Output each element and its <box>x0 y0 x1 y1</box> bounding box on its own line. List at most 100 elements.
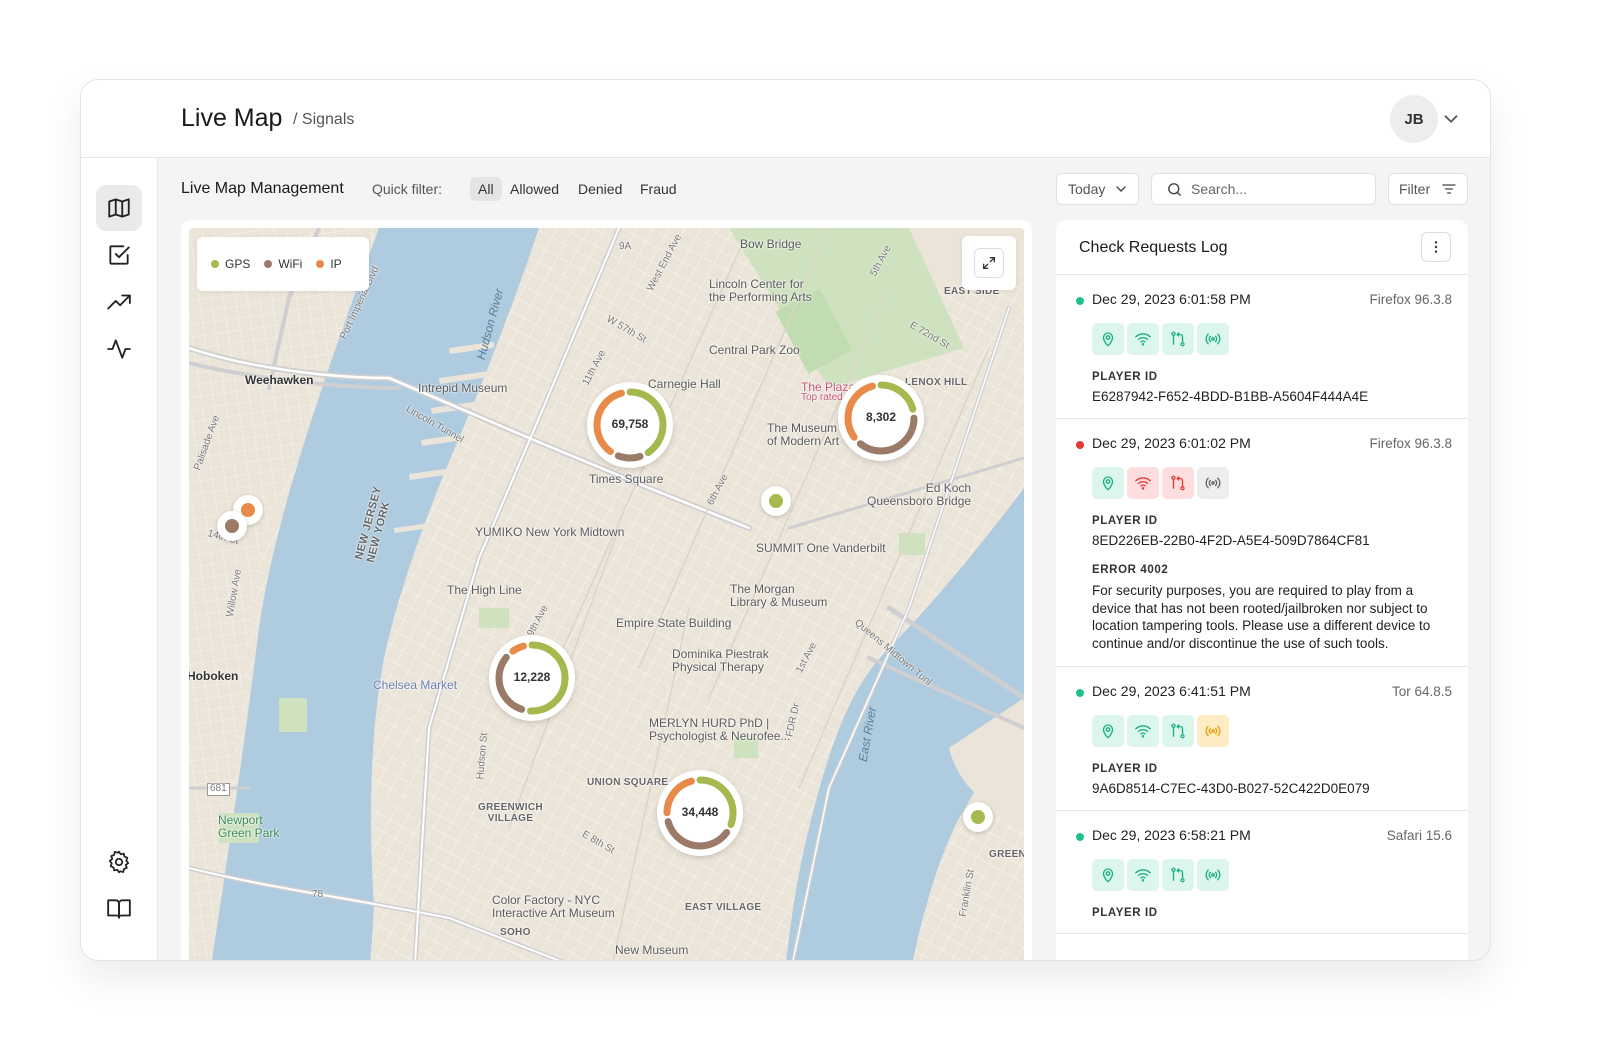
signal-check-route <box>1162 323 1194 355</box>
map-label-new-museum: New Museum <box>615 943 689 957</box>
more-options-button[interactable] <box>1421 232 1451 262</box>
chevron-down-icon[interactable] <box>1440 108 1462 130</box>
signal-check-location <box>1092 467 1124 499</box>
wifi-icon <box>1135 725 1151 738</box>
chevron-down-icon <box>1116 186 1127 192</box>
broadcast-icon <box>1205 477 1221 489</box>
player-id-value: E6287942-F652-4BDD-B1BB-A5604F444A4E <box>1092 389 1369 404</box>
cluster-count: 34,448 <box>681 805 719 819</box>
sidebar-item-map[interactable] <box>96 185 142 231</box>
map-label-newport: Newport Green Park <box>218 813 280 840</box>
player-id-value: 9A6D8514-C7EC-43D0-B027-52C422D0E079 <box>1092 781 1370 797</box>
status-dot-allowed <box>1076 297 1084 305</box>
search-input[interactable]: Search... <box>1151 173 1376 205</box>
map-label-soho: SOHO <box>500 927 531 938</box>
location-pin-icon <box>1102 476 1114 491</box>
expand-icon <box>983 257 995 269</box>
location-pin-icon <box>1102 724 1114 739</box>
filter-chip-denied[interactable]: Denied <box>570 177 630 201</box>
map-label-bow-bridge: Bow Bridge <box>740 237 802 251</box>
status-dot-denied <box>1076 441 1084 449</box>
route-icon <box>1171 475 1185 491</box>
quick-filter-label: Quick filter: <box>372 181 443 197</box>
log-entry[interactable]: Dec 29, 2023 6:01:02 PM Firefox 96.3.8 P… <box>1056 419 1468 668</box>
broadcast-icon <box>1205 333 1221 345</box>
map-label-78: 78 <box>312 889 324 900</box>
signal-check-route <box>1162 859 1194 892</box>
sidebar-item-docs[interactable] <box>96 886 142 932</box>
signal-cluster[interactable]: 12,228 <box>489 635 575 721</box>
entry-browser: Firefox 96.3.8 <box>1369 292 1452 307</box>
map-label-9a: 9A <box>619 241 632 252</box>
signal-checks <box>1092 323 1452 355</box>
log-entry[interactable]: Dec 29, 2023 6:58:21 PM Safari 15.6 PLAY… <box>1056 811 1468 935</box>
player-id-label: PLAYER ID <box>1092 763 1158 776</box>
signal-pin-gps[interactable] <box>963 802 993 832</box>
wifi-icon <box>1135 477 1151 490</box>
map-label-times-square: Times Square <box>589 472 664 486</box>
map-label-morgan: The Morgan Library & Museum <box>730 582 828 609</box>
sidebar-item-analytics[interactable] <box>96 279 142 325</box>
broadcast-icon <box>1205 725 1221 737</box>
filter-chip-allowed[interactable]: Allowed <box>502 177 567 201</box>
signal-check-broadcast <box>1197 715 1229 748</box>
player-id-label: PLAYER ID <box>1092 907 1158 920</box>
signal-check-location <box>1092 323 1124 355</box>
filter-chip-fraud[interactable]: Fraud <box>632 177 685 201</box>
wifi-icon <box>1135 869 1151 882</box>
signal-checks <box>1092 467 1452 499</box>
signal-cluster[interactable]: 8,302 <box>838 375 924 461</box>
filter-chip-all[interactable]: All <box>470 177 502 201</box>
sidebar-item-settings[interactable] <box>96 839 142 885</box>
signal-check-location <box>1092 859 1124 892</box>
map-label-chelsea-market: Chelsea Market <box>373 678 458 692</box>
map-label-moma: The Museum of Modern Art <box>767 421 840 448</box>
filter-button[interactable]: Filter <box>1388 173 1468 205</box>
legend-dot-wifi <box>264 260 273 268</box>
signal-pin-gps[interactable] <box>761 486 791 516</box>
status-dot-allowed <box>1076 833 1084 842</box>
map-label-681: 681 <box>207 783 230 796</box>
log-title: Check Requests Log <box>1079 239 1228 256</box>
sidebar-item-activity[interactable] <box>96 326 142 372</box>
date-select[interactable]: Today <box>1056 173 1139 205</box>
fullscreen-button[interactable] <box>962 236 1016 290</box>
more-vertical-icon <box>1434 241 1438 253</box>
filter-button-label: Filter <box>1399 181 1431 197</box>
map-label-dominika: Dominika Piestrak Physical Therapy <box>672 647 769 674</box>
signal-cluster[interactable]: 34,448 <box>657 770 743 856</box>
sidebar <box>81 158 158 960</box>
gear-icon <box>108 850 130 874</box>
pin-dot <box>225 519 239 533</box>
avatar[interactable]: JB <box>1390 95 1438 143</box>
filter-lines-icon <box>1442 184 1456 194</box>
signal-check-broadcast <box>1197 859 1229 892</box>
legend-dot-ip <box>316 260 325 268</box>
map-label-east-village: EAST VILLAGE <box>685 902 762 913</box>
pin-dot <box>241 503 255 517</box>
map-label-weehawken: Weehawken <box>245 373 314 387</box>
map-label-summit: SUMMIT One Vanderbilt <box>756 541 886 555</box>
sidebar-item-checks[interactable] <box>96 232 142 278</box>
location-pin-icon <box>1102 332 1114 347</box>
map-label-high-line: The High Line <box>447 583 522 597</box>
signal-check-wifi <box>1127 467 1159 499</box>
map-label-hoboken: Hoboken <box>189 669 239 683</box>
checkbox-icon <box>109 245 130 265</box>
signal-pin-wifi[interactable] <box>217 511 247 541</box>
signal-cluster[interactable]: 69,758 <box>587 382 673 468</box>
map-label-greenpoint: GREENP <box>989 849 1024 860</box>
signal-checks <box>1092 859 1452 892</box>
broadcast-icon <box>1205 869 1221 881</box>
wifi-icon <box>1135 333 1151 346</box>
top-bar: Live Map / Signals JB <box>81 80 1490 158</box>
map-label-color-factory: Color Factory - NYC Interactive Art Muse… <box>492 893 615 920</box>
map-view[interactable]: Bow Bridge Lincoln Center for the Perfor… <box>189 228 1024 960</box>
date-select-value: Today <box>1068 181 1106 197</box>
map-legend: GPS WiFi IP <box>197 237 369 291</box>
map-label-central-park-zoo: Central Park Zoo <box>709 343 800 357</box>
app-window: Live Map / Signals JB Live Map Managemen… <box>80 79 1491 961</box>
log-entry[interactable]: Dec 29, 2023 6:01:58 PM Firefox 96.3.8 P… <box>1056 275 1468 419</box>
log-entry[interactable]: Dec 29, 2023 6:41:51 PM Tor 64.8.5 PLAYE… <box>1056 667 1468 812</box>
breadcrumb[interactable]: / Signals <box>293 111 354 129</box>
